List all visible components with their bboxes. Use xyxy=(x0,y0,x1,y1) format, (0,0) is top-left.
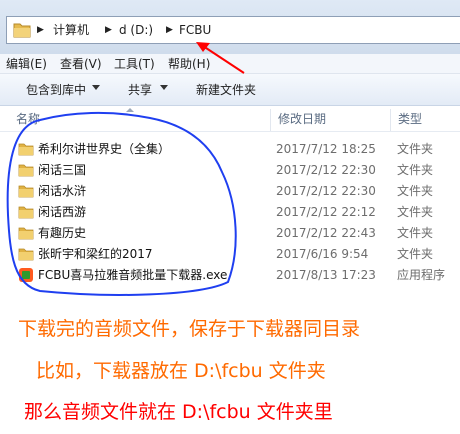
file-row[interactable]: 闲话三国 2017/2/12 22:30 文件夹 xyxy=(0,160,460,181)
folder-icon xyxy=(18,206,34,219)
file-row[interactable]: 有趣历史 2017/2/12 22:43 文件夹 xyxy=(0,223,460,244)
sort-up-icon xyxy=(126,108,134,112)
chevron-down-icon[interactable] xyxy=(160,85,168,90)
file-row[interactable]: FCBU喜马拉雅音频批量下载器.exe 2017/8/13 17:23 应用程序 xyxy=(0,265,460,286)
file-modified: 2017/6/16 9:54 xyxy=(276,247,369,261)
file-name: 希利尔讲世界史（全集） xyxy=(38,142,171,156)
file-modified: 2017/7/12 18:25 xyxy=(276,142,376,156)
annotation-line-3: 那么音频文件就在 D:\fcbu 文件夹里 xyxy=(24,401,333,423)
folder-icon xyxy=(18,143,34,156)
chevron-down-icon[interactable] xyxy=(92,85,100,90)
file-type: 文件夹 xyxy=(397,247,434,261)
column-name-header[interactable]: 名称 xyxy=(16,112,40,126)
file-name: 张昕宇和梁红的2017 xyxy=(38,247,153,261)
file-type: 应用程序 xyxy=(397,268,446,282)
file-modified: 2017/2/12 22:43 xyxy=(276,226,376,240)
column-type-header[interactable]: 类型 xyxy=(398,112,422,126)
folder-icon xyxy=(18,248,34,261)
file-row[interactable]: 张昕宇和梁红的2017 2017/6/16 9:54 文件夹 xyxy=(0,244,460,265)
breadcrumb-drive-d[interactable]: d (D:) xyxy=(119,21,153,39)
include-in-library-button[interactable]: 包含到库中 xyxy=(26,82,86,98)
share-button[interactable]: 共享 xyxy=(128,82,152,98)
file-modified: 2017/2/12 22:30 xyxy=(276,184,376,198)
menu-bar: 编辑(E) 查看(V) 工具(T) 帮助(H) xyxy=(0,54,460,74)
folder-icon xyxy=(13,23,31,38)
folder-icon xyxy=(18,164,34,177)
address-bar-area: ▶ 计算机 ▶ d (D:) ▶ FCBU xyxy=(0,0,460,54)
file-row[interactable]: 闲话水浒 2017/2/12 22:30 文件夹 xyxy=(0,181,460,202)
column-header-row: 名称 修改日期 类型 xyxy=(0,106,460,132)
annotation-line-2: 比如，下载器放在 D:\fcbu 文件夹 xyxy=(36,360,326,382)
file-type: 文件夹 xyxy=(397,205,434,219)
menu-help[interactable]: 帮助(H) xyxy=(168,56,210,72)
menu-edit[interactable]: 编辑(E) xyxy=(6,56,47,72)
breadcrumb-separator-icon[interactable]: ▶ xyxy=(105,21,112,39)
file-type: 文件夹 xyxy=(397,184,434,198)
file-row[interactable]: 闲话西游 2017/2/12 22:12 文件夹 xyxy=(0,202,460,223)
file-name: 有趣历史 xyxy=(38,226,87,240)
file-type: 文件夹 xyxy=(397,163,434,177)
file-modified: 2017/2/12 22:12 xyxy=(276,205,376,219)
breadcrumb-fcbu[interactable]: FCBU xyxy=(179,21,211,39)
new-folder-button[interactable]: 新建文件夹 xyxy=(196,82,256,98)
column-divider[interactable] xyxy=(270,109,271,131)
breadcrumb-separator-icon[interactable]: ▶ xyxy=(37,21,44,39)
file-type: 文件夹 xyxy=(397,226,434,240)
address-bar[interactable]: ▶ 计算机 ▶ d (D:) ▶ FCBU xyxy=(6,16,460,44)
breadcrumb-separator-icon[interactable]: ▶ xyxy=(166,21,173,39)
folder-icon xyxy=(18,227,34,240)
column-divider[interactable] xyxy=(390,109,391,131)
column-modified-header[interactable]: 修改日期 xyxy=(278,112,326,126)
file-modified: 2017/8/13 17:23 xyxy=(276,268,376,282)
file-name: 闲话水浒 xyxy=(38,184,87,198)
app-icon xyxy=(19,268,33,282)
menu-view[interactable]: 查看(V) xyxy=(60,56,102,72)
file-type: 文件夹 xyxy=(397,142,434,156)
file-row[interactable]: 希利尔讲世界史（全集） 2017/7/12 18:25 文件夹 xyxy=(0,139,460,160)
annotation-line-1: 下载完的音频文件，保存于下载器同目录 xyxy=(18,318,361,340)
menu-tools[interactable]: 工具(T) xyxy=(114,56,155,72)
breadcrumb-computer[interactable]: 计算机 xyxy=(53,21,89,39)
file-name: 闲话西游 xyxy=(38,205,87,219)
file-name: 闲话三国 xyxy=(38,163,87,177)
command-toolbar: 包含到库中 共享 新建文件夹 xyxy=(0,74,460,106)
file-modified: 2017/2/12 22:30 xyxy=(276,163,376,177)
folder-icon xyxy=(18,185,34,198)
file-name: FCBU喜马拉雅音频批量下载器.exe xyxy=(38,268,228,282)
